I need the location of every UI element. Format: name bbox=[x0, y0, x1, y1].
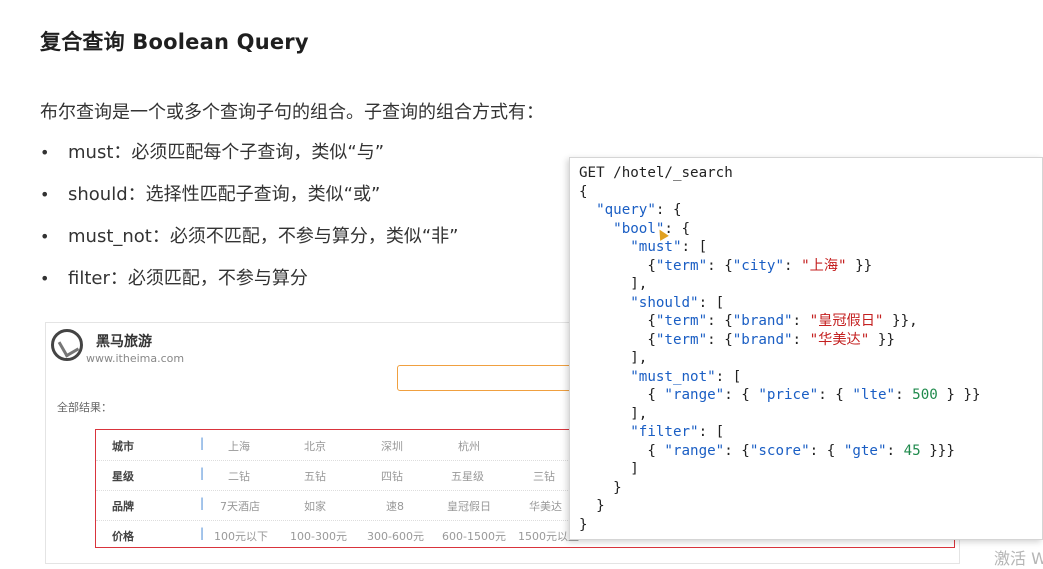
code-string: "华美达" bbox=[809, 331, 870, 348]
filter-option[interactable]: 皇冠假日 bbox=[447, 498, 491, 514]
intro-text: 布尔查询是一个或多个查询子句的组合。子查询的组合方式有： bbox=[40, 102, 544, 123]
code-key: "score" bbox=[749, 442, 810, 459]
code-key: "city" bbox=[732, 257, 784, 274]
code-key: "term" bbox=[655, 257, 708, 274]
code-block: GET /hotel/_search { "query": { "bool": … bbox=[579, 165, 981, 533]
code-key: "query" bbox=[596, 202, 656, 218]
bullet-dot: • bbox=[40, 227, 50, 246]
code-panel: GET /hotel/_search { "query": { "bool": … bbox=[569, 157, 1043, 540]
filter-option[interactable]: 四钻 bbox=[381, 468, 403, 484]
list-item: • must：必须匹配每个子查询，类似“与” bbox=[40, 140, 459, 182]
code-key: "must_not" bbox=[630, 368, 716, 385]
horse-logo-icon bbox=[51, 329, 83, 361]
code-key: "filter" bbox=[630, 424, 699, 440]
request-line: GET /hotel/_search bbox=[579, 165, 733, 181]
filter-option[interactable]: 600-1500元 bbox=[442, 528, 506, 544]
bullet-dot: • bbox=[40, 269, 50, 288]
bullet-dot: • bbox=[40, 185, 50, 204]
code-key: "range" bbox=[664, 387, 725, 403]
filter-option[interactable]: 北京 bbox=[304, 438, 326, 454]
brand-url: www.itheima.com bbox=[86, 352, 185, 365]
brand-name: 黑马旅游 bbox=[96, 334, 152, 350]
filter-label: 品牌 bbox=[112, 500, 134, 513]
filter-separator: | bbox=[200, 496, 205, 510]
filter-option[interactable]: 如家 bbox=[304, 498, 326, 514]
search-input[interactable] bbox=[397, 365, 597, 391]
filter-option[interactable]: 五星级 bbox=[451, 468, 484, 484]
code-string: "上海" bbox=[801, 257, 847, 274]
filter-option[interactable]: 300-600元 bbox=[367, 528, 424, 544]
filter-option[interactable]: 深圳 bbox=[381, 438, 403, 454]
page-title: 复合查询 Boolean Query bbox=[40, 30, 309, 54]
filter-label: 城市 bbox=[112, 440, 134, 453]
code-key: "term" bbox=[655, 331, 708, 348]
code-key: "lte" bbox=[852, 387, 896, 403]
filter-option[interactable]: 华美达 bbox=[529, 498, 562, 514]
filter-separator: | bbox=[200, 436, 205, 450]
filter-option[interactable]: 100元以下 bbox=[214, 528, 268, 544]
filter-label: 星级 bbox=[112, 470, 134, 483]
filter-option[interactable]: 7天酒店 bbox=[220, 498, 260, 514]
filter-label: 价格 bbox=[112, 530, 134, 543]
filter-option[interactable]: 二钻 bbox=[228, 468, 250, 484]
bullet-text: should：选择性匹配子查询，类似“或” bbox=[68, 184, 381, 205]
bullet-text: filter：必须匹配，不参与算分 bbox=[68, 268, 308, 289]
filter-option[interactable]: 三钻 bbox=[533, 468, 555, 484]
bullet-list: • must：必须匹配每个子查询，类似“与” • should：选择性匹配子查询，类… bbox=[40, 140, 459, 308]
code-number: 45 bbox=[903, 442, 921, 459]
filter-separator: | bbox=[200, 466, 205, 480]
code-key: "brand" bbox=[732, 313, 793, 329]
filter-option[interactable]: 100-300元 bbox=[290, 528, 347, 544]
filter-option[interactable]: 五钻 bbox=[304, 468, 326, 484]
all-results-label: 全部结果： bbox=[57, 401, 112, 414]
code-key: "should" bbox=[630, 294, 699, 311]
filter-separator: | bbox=[200, 526, 205, 540]
bullet-dot: • bbox=[40, 143, 50, 162]
activation-watermark: 激活 W bbox=[994, 549, 1043, 568]
code-key: "range" bbox=[664, 442, 725, 459]
code-key: "price" bbox=[758, 387, 819, 403]
bullet-text: must：必须匹配每个子查询，类似“与” bbox=[68, 142, 385, 163]
code-key: "term" bbox=[655, 313, 708, 329]
list-item: • filter：必须匹配，不参与算分 bbox=[40, 266, 459, 308]
code-key: "brand" bbox=[732, 331, 793, 348]
code-key: "gte" bbox=[843, 442, 887, 459]
filter-option[interactable]: 杭州 bbox=[458, 438, 480, 454]
code-number: 500 bbox=[912, 387, 938, 403]
list-item: • must_not：必须不匹配，不参与算分，类似“非” bbox=[40, 224, 459, 266]
filter-option[interactable]: 上海 bbox=[228, 438, 250, 454]
bullet-text: must_not：必须不匹配，不参与算分，类似“非” bbox=[68, 226, 459, 247]
code-key: "must" bbox=[630, 239, 682, 255]
list-item: • should：选择性匹配子查询，类似“或” bbox=[40, 182, 459, 224]
code-string: "皇冠假日" bbox=[809, 313, 884, 329]
filter-option[interactable]: 速8 bbox=[386, 498, 404, 514]
